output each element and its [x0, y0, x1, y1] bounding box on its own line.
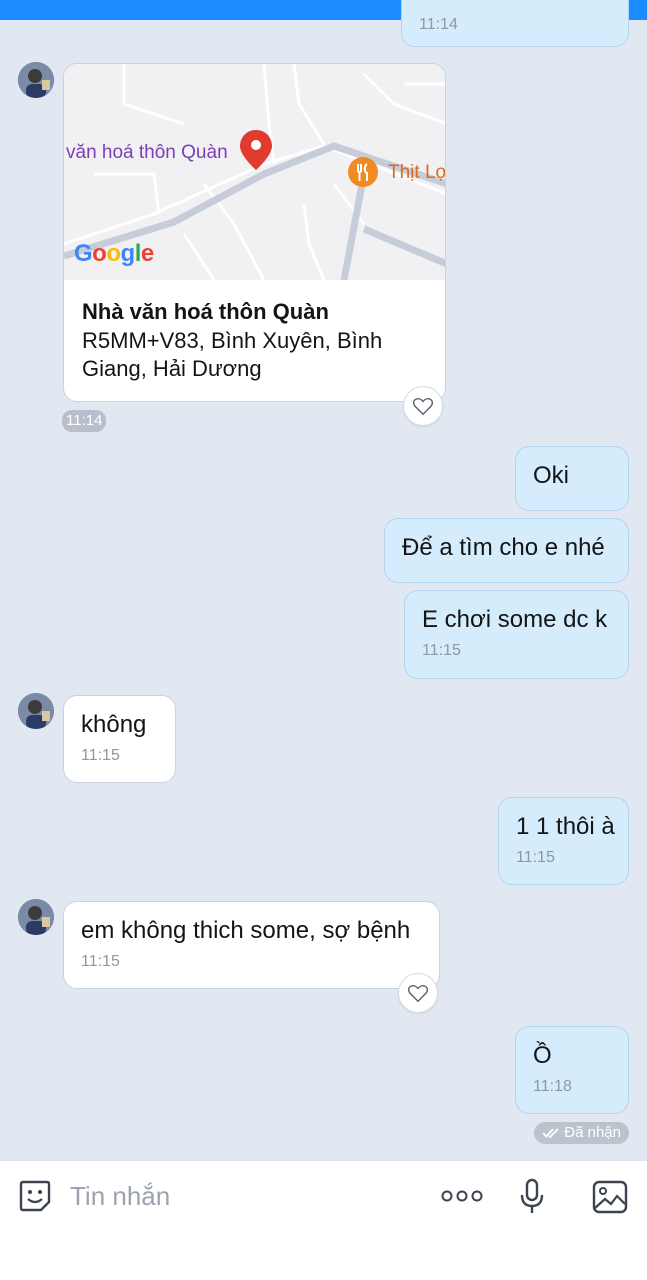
- message-time: 11:18: [533, 1078, 572, 1095]
- avatar[interactable]: [18, 899, 54, 935]
- message-text: Oki: [533, 462, 569, 489]
- message-time: 11:14: [419, 16, 458, 33]
- message-text: E chơi some dc k: [422, 606, 608, 633]
- location-info: Nhà văn hoá thôn Quàn R5MM+V83, Bình Xuy…: [64, 280, 445, 400]
- map-preview[interactable]: văn hoá thôn Quàn Thịt Lợ Google: [64, 64, 445, 280]
- message-text: 1 1 thôi à: [516, 813, 615, 840]
- message-text: Để a tìm cho e nhé: [402, 534, 605, 561]
- heart-icon: [412, 398, 434, 416]
- image-button[interactable]: [590, 1177, 630, 1217]
- message-text: em không thich some, sợ bệnh: [81, 917, 411, 944]
- message-bubble[interactable]: E chơi some dc k 11:15: [404, 590, 629, 679]
- voice-button[interactable]: [516, 1177, 548, 1217]
- message-bubble[interactable]: Oki: [515, 446, 629, 511]
- message-time: 11:15: [422, 642, 461, 659]
- more-dots-icon: [441, 1190, 483, 1202]
- google-logo: Google: [74, 240, 154, 267]
- more-button[interactable]: [440, 1183, 484, 1209]
- image-icon: [592, 1180, 628, 1214]
- location-address: R5MM+V83, Bình Xuyên, Bình Giang, Hải Dư…: [82, 328, 383, 381]
- message-bubble[interactable]: Để a tìm cho e nhé: [384, 518, 629, 583]
- message-time: 11:14: [62, 410, 107, 432]
- map-poi-label: Thịt Lợ: [388, 162, 445, 183]
- message-bubble[interactable]: 1 1 thôi à 11:15: [498, 797, 629, 885]
- avatar[interactable]: [18, 62, 54, 98]
- delivery-status-badge: Đã nhận: [534, 1122, 629, 1144]
- message-text: Ồ: [533, 1042, 552, 1069]
- location-name: Nhà văn hoá thôn Quàn: [82, 299, 329, 324]
- message-input[interactable]: Tin nhắn: [70, 1181, 170, 1211]
- delivery-status-text: Đã nhận: [564, 1124, 621, 1141]
- message-time: 11:15: [516, 849, 555, 866]
- react-heart-button[interactable]: [398, 973, 438, 1013]
- composer-bar: Tin nhắn: [0, 1160, 647, 1280]
- location-card[interactable]: văn hoá thôn Quàn Thịt Lợ Google Nhà văn…: [63, 63, 446, 402]
- message-bubble[interactable]: em không thich some, sợ bệnh 11:15: [63, 901, 440, 989]
- message-time: 11:15: [81, 747, 120, 764]
- heart-icon: [407, 985, 429, 1003]
- message-bubble[interactable]: Ồ 11:18: [515, 1026, 629, 1114]
- sticker-icon: [19, 1180, 51, 1212]
- map-place-label: văn hoá thôn Quàn: [66, 142, 228, 163]
- restaurant-icon: [346, 156, 380, 201]
- message-bubble-partial[interactable]: 11:14: [401, 0, 629, 47]
- react-heart-button[interactable]: [403, 386, 443, 426]
- message-list[interactable]: 11:14 văn hoá thôn Quàn Thịt Lợ Google N…: [0, 0, 647, 1160]
- message-time: 11:15: [81, 953, 120, 970]
- avatar[interactable]: [18, 693, 54, 729]
- message-text: không: [81, 711, 147, 738]
- message-bubble[interactable]: không 11:15: [63, 695, 176, 783]
- location-pin-icon: [238, 128, 274, 177]
- microphone-icon: [520, 1178, 544, 1213]
- double-check-icon: [542, 1128, 559, 1139]
- sticker-button[interactable]: [16, 1177, 54, 1215]
